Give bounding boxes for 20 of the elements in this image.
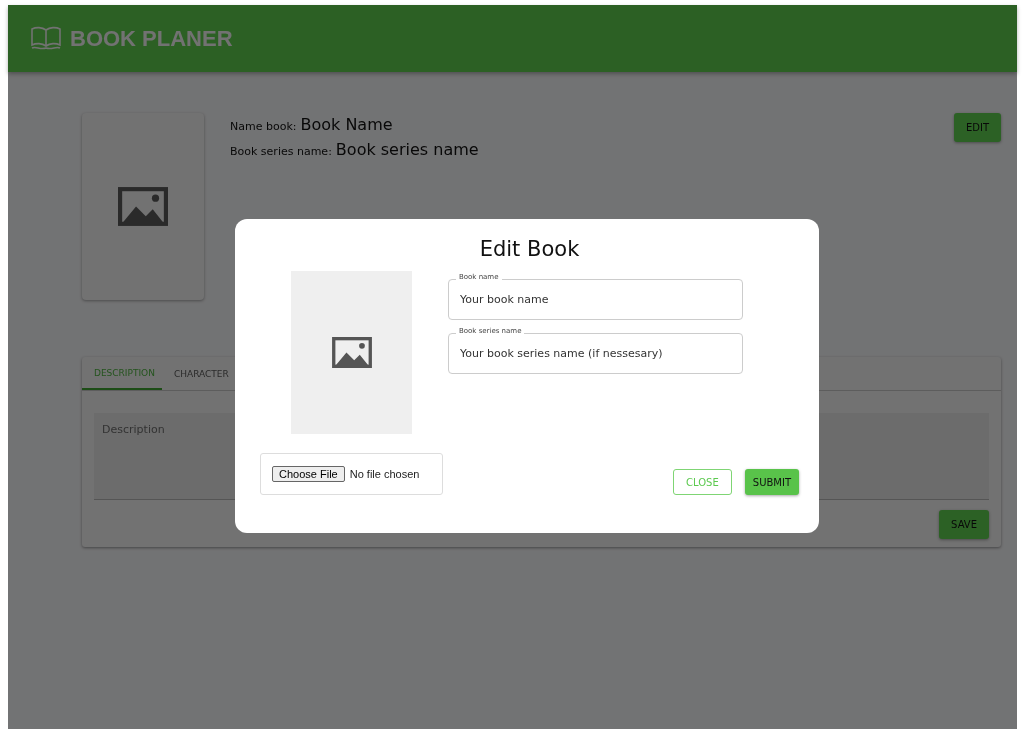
image-icon xyxy=(331,337,372,368)
book-name: Book Name xyxy=(300,115,393,134)
edit-button[interactable]: EDIT xyxy=(953,113,1001,142)
field-label: Book series name: xyxy=(230,145,332,158)
tab[interactable]: DESCRIPTION xyxy=(82,357,162,390)
series-name: Book series name xyxy=(335,140,479,159)
tab[interactable]: CHARACTER xyxy=(161,357,236,390)
file-status: No file chosen xyxy=(349,468,420,480)
dialog-title: Edit Book xyxy=(478,237,581,261)
submit-button[interactable]: SUBMIT xyxy=(744,469,799,495)
file-input[interactable]: Choose File No file chosen xyxy=(260,453,443,495)
text-field[interactable]: Your book series name (if nessesary) xyxy=(448,333,743,374)
app-title: BOOK PLANER xyxy=(70,25,233,52)
save-button[interactable]: SAVE xyxy=(939,510,989,539)
image-icon xyxy=(118,187,168,226)
field-label: Name book: xyxy=(230,120,297,133)
close-button[interactable]: CLOSE xyxy=(673,469,732,495)
choose-file-button[interactable]: Choose File xyxy=(272,466,345,482)
text-field[interactable]: Your book name xyxy=(448,279,743,320)
open-book-icon xyxy=(30,25,62,52)
